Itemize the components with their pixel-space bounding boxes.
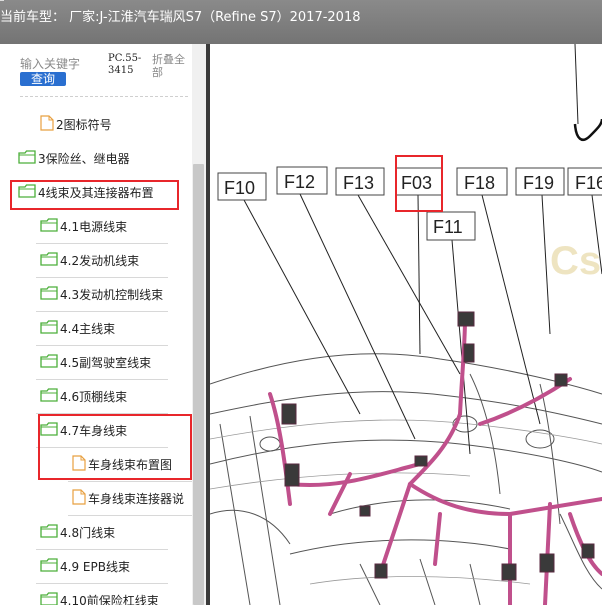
fuse-label-f18: F18 [456,167,508,196]
tree-row-separator [36,345,168,346]
folder-icon [40,523,58,541]
folder-icon [40,217,58,235]
tree-item-label: 4.4主线束 [60,321,116,336]
tree-item-label: 2图标符号 [56,117,112,132]
watermark-logo: Cs [550,239,601,283]
folder-icon [40,251,58,269]
folder-icon [40,285,58,303]
tree-item-label: 4.2发动机线束 [60,253,140,268]
tree-item[interactable]: 4.3发动机控制线束 [40,283,163,305]
document-icon [40,114,54,134]
folder-icon [40,421,58,439]
tree-row-separator [36,379,168,380]
folder-icon [40,387,58,405]
tree-item[interactable]: 4.7车身线束 [40,419,127,441]
tree-item-label: 4线束及其连接器布置 [38,185,154,200]
tree-item-label: 4.8门线束 [60,525,116,540]
folder-icon [18,183,36,201]
tree-item-label: 4.7车身线束 [60,423,128,438]
fuse-label-f12-text: F12 [284,172,315,192]
tree-item[interactable]: 4.4主线束 [40,317,115,339]
fuse-label-f11: F11 [426,211,476,241]
tree-item[interactable]: 4.6顶棚线束 [40,385,127,407]
fuse-label-f12: F12 [276,166,328,195]
tree-row-separator [36,243,168,244]
document-icon [72,488,86,508]
tree-row-separator [36,311,168,312]
fuse-label-f16: F16 [567,167,602,196]
top-cable [573,118,602,141]
tree-row-separator [36,277,168,278]
sidebar-tree-panel: 查询 PC.55- 3415 折叠全部 2图标符号 3保险丝、继电器 4线束及其连接… [0,44,206,605]
tree-row-separator [68,515,200,516]
tree-item[interactable]: 4.8门线束 [40,521,115,543]
folder-icon [40,353,58,371]
fuse-label-f03-text: F03 [401,173,432,193]
tree-item-label: 3保险丝、继电器 [38,151,130,166]
tree-item[interactable]: 4.5副驾驶室线束 [40,351,151,373]
document-icon [72,454,86,474]
tree-item[interactable]: 4线束及其连接器布置 [18,181,154,203]
tree-item-label: 4.6顶棚线束 [60,389,128,404]
folder-icon [40,591,58,605]
tree-item[interactable]: 4.9 EPB线束 [40,555,130,577]
wiring-diagram-view[interactable]: Cs F10 F12 F13 F03 F18 F19 F16 F11 [210,44,602,605]
tree-item[interactable]: 车身线束连接器说 [72,487,184,509]
fuse-label-f16-text: F16 [575,173,602,193]
fuse-label-f13: F13 [335,167,385,196]
folder-icon [18,149,36,167]
tree-item-label: 4.10前保险杠线束 [60,593,159,605]
fuse-label-f11-text: F11 [433,217,463,237]
search-input[interactable] [20,56,102,72]
tree-item-label: 车身线束布置图 [88,457,173,472]
fuse-label-f13-text: F13 [343,173,374,193]
title-bar: 当前车型： 厂家:J-江淮汽车瑞风S7（Refine S7）2017-2018 [0,0,602,44]
folder-icon [40,557,58,575]
tree-item-label: 4.3发动机控制线束 [60,287,164,302]
search-separator [20,96,188,97]
tree-row-separator [36,583,168,584]
fuse-label-f18-text: F18 [464,173,495,193]
tree-row-separator [36,413,168,414]
tree-item-label: 4.5副驾驶室线束 [60,355,152,370]
tree-row-separator [68,481,200,482]
collapse-all-button[interactable]: 折叠全部 [152,53,192,79]
fuse-label-f19-text: F19 [523,173,554,193]
search-area: 查询 PC.55- 3415 折叠全部 [0,44,192,96]
tree-item[interactable]: 4.1电源线束 [40,215,127,237]
current-model-label: 当前车型： 厂家:J-江淮汽车瑞风S7（Refine S7）2017-2018 [0,10,361,25]
tree-row-separator [14,209,146,210]
folder-icon [40,319,58,337]
tree-row-separator [36,549,168,550]
sidebar-scrollbar-thumb[interactable] [193,164,204,605]
pc-code-label: PC.55- 3415 [108,53,142,76]
fuse-label-f03: F03 [395,167,443,196]
tree-item[interactable]: 4.10前保险杠线束 [40,589,159,605]
tree-item-label: 4.9 EPB线束 [60,559,130,574]
fuse-label-f10: F10 [217,172,267,201]
tree-item[interactable]: 3保险丝、继电器 [18,147,130,169]
tree-row-separator [36,447,168,448]
tree-item[interactable]: 车身线束布置图 [72,453,172,475]
search-button[interactable]: 查询 [20,72,66,86]
tree-item[interactable]: 4.2发动机线束 [40,249,139,271]
tree-item-label: 4.1电源线束 [60,219,128,234]
tree-item[interactable]: 2图标符号 [40,113,112,135]
fuse-label-f10-text: F10 [224,178,255,198]
tree-item-label: 车身线束连接器说 [88,491,185,506]
title-bar-edge [0,0,4,1]
fuse-label-f19: F19 [515,167,565,196]
wiring-diagram: Cs F10 F12 F13 F03 F18 F19 F16 F11 [210,44,602,605]
